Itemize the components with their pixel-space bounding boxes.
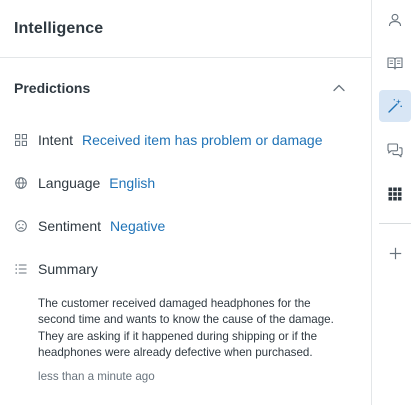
globe-icon (14, 176, 28, 190)
context-rail (372, 0, 419, 405)
rail-divider (379, 223, 411, 224)
knowledge-icon[interactable] (379, 47, 411, 79)
panel-header: Intelligence (0, 0, 371, 58)
intelligence-panel: Intelligence Predictions Intent Received… (0, 0, 371, 405)
sentiment-value[interactable]: Negative (110, 218, 165, 234)
user-icon[interactable] (379, 4, 411, 36)
intent-row: Intent Received item has problem or dama… (0, 118, 371, 161)
language-label: Language (38, 174, 101, 191)
conversations-icon[interactable] (379, 134, 411, 166)
language-row: Language English (0, 161, 371, 204)
intent-label: Intent (38, 131, 74, 148)
magic-wand-icon[interactable] (379, 90, 411, 122)
sad-face-icon (14, 219, 28, 233)
summary-row: Summary (0, 247, 371, 290)
summary-timestamp: less than a minute ago (38, 369, 155, 383)
intent-value[interactable]: Received item has problem or damage (82, 132, 322, 148)
language-value[interactable]: English (109, 175, 155, 191)
grid-icon (14, 133, 28, 147)
summary-label: Summary (38, 260, 98, 277)
apps-icon[interactable] (379, 178, 411, 210)
sentiment-label: Sentiment (38, 217, 102, 234)
add-icon[interactable] (379, 237, 411, 269)
sentiment-row: Sentiment Negative (0, 204, 371, 247)
chevron-up-icon[interactable] (331, 80, 347, 96)
summary-text: The customer received damaged headphones… (38, 297, 334, 360)
section-title: Predictions (14, 80, 91, 96)
panel-title: Intelligence (14, 19, 104, 37)
list-icon (14, 262, 28, 276)
predictions-header[interactable]: Predictions (0, 58, 371, 118)
